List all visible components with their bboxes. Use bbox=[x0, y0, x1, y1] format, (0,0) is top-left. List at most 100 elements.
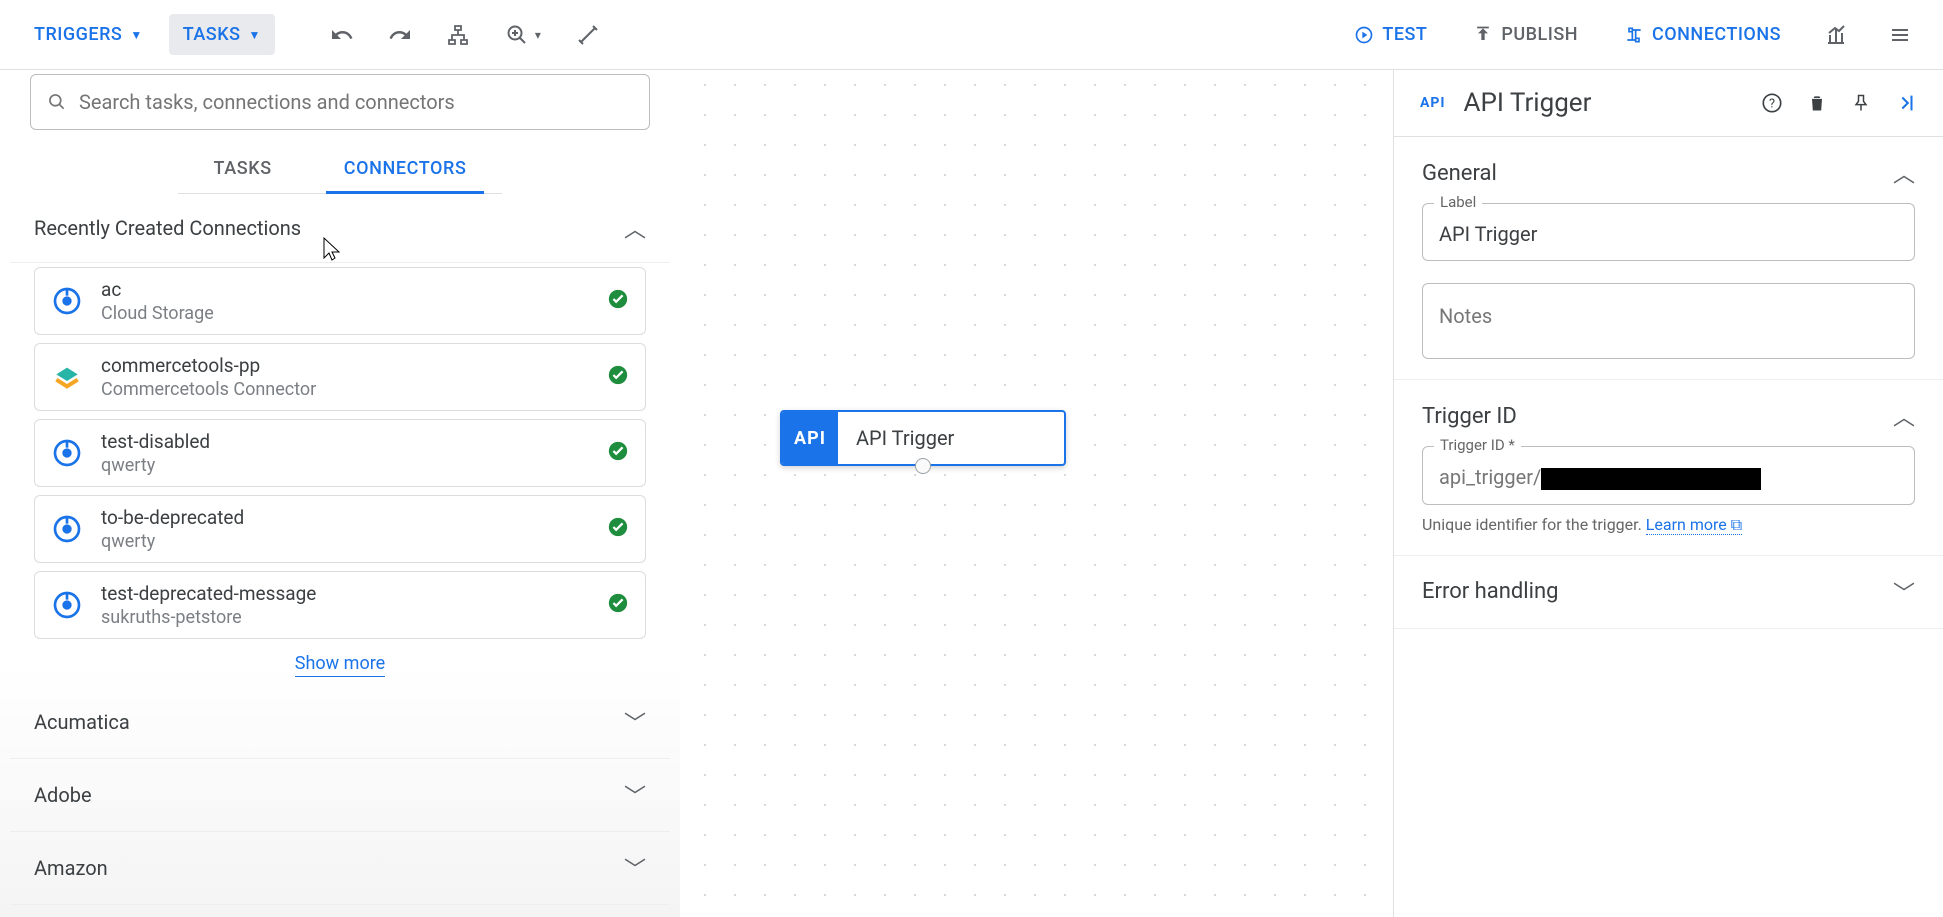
redo-icon bbox=[388, 23, 412, 47]
connection-name: to-be-deprecated bbox=[101, 506, 589, 529]
panel-tabs: TASKS CONNECTORS bbox=[178, 144, 503, 194]
tab-tasks[interactable]: TASKS bbox=[178, 144, 308, 193]
vendor-acumatica[interactable]: Acumatica ﹀ bbox=[10, 686, 670, 759]
pin-icon[interactable] bbox=[1851, 92, 1871, 114]
vendor-label: Amazon bbox=[34, 856, 108, 880]
cloud-storage-icon bbox=[51, 285, 83, 317]
main: API API Trigger TASKS CONNECTORS Recentl… bbox=[0, 70, 1943, 917]
connections-icon bbox=[1624, 25, 1644, 45]
publish-button[interactable]: PUBLISH bbox=[1459, 14, 1592, 55]
trigger-id-field[interactable]: Trigger ID * api_trigger/ bbox=[1422, 446, 1915, 505]
toolbar-right: TEST PUBLISH CONNECTIONS bbox=[1340, 12, 1923, 58]
redacted-value bbox=[1541, 468, 1761, 490]
stats-button[interactable] bbox=[1813, 12, 1859, 58]
tasks-dropdown[interactable]: TASKS ▼ bbox=[169, 14, 275, 55]
trigger-id-section: Trigger ID ︿ Trigger ID * api_trigger/ U… bbox=[1394, 380, 1943, 556]
svg-text:?: ? bbox=[1769, 97, 1775, 112]
test-label: TEST bbox=[1382, 24, 1427, 45]
magic-button[interactable] bbox=[565, 12, 611, 58]
node-output-port[interactable] bbox=[915, 458, 931, 474]
delete-icon[interactable] bbox=[1807, 92, 1827, 114]
connection-name: ac bbox=[101, 278, 589, 301]
connection-item[interactable]: ac Cloud Storage bbox=[34, 267, 646, 335]
search-input[interactable] bbox=[79, 90, 633, 114]
trigger-id-helper: Unique identifier for the trigger. Learn… bbox=[1422, 515, 1915, 535]
show-more-link[interactable]: Show more bbox=[34, 647, 646, 680]
cloud-storage-icon bbox=[51, 589, 83, 621]
trigger-id-header[interactable]: Trigger ID ︿ bbox=[1422, 400, 1915, 432]
connection-item[interactable]: commercetools-pp Commercetools Connector bbox=[34, 343, 646, 411]
commercetools-icon bbox=[51, 361, 83, 393]
chevron-down-icon: ﹀ bbox=[624, 852, 646, 884]
vendor-asana[interactable]: Asana ﹀ bbox=[10, 905, 670, 917]
redo-button[interactable] bbox=[377, 12, 423, 58]
chevron-up-icon: ︿ bbox=[1893, 157, 1915, 189]
layout-button[interactable] bbox=[435, 12, 481, 58]
connection-name: commercetools-pp bbox=[101, 354, 589, 377]
chevron-down-icon: ﹀ bbox=[624, 706, 646, 738]
connection-subtitle: qwerty bbox=[101, 455, 589, 476]
error-handling-title: Error handling bbox=[1422, 579, 1559, 604]
node-badge: API bbox=[782, 412, 838, 464]
status-ok-icon bbox=[607, 440, 629, 466]
connection-subtitle: qwerty bbox=[101, 531, 589, 552]
api-badge: API bbox=[1420, 95, 1446, 111]
vendor-adobe[interactable]: Adobe ﹀ bbox=[10, 759, 670, 832]
undo-button[interactable] bbox=[319, 12, 365, 58]
hierarchy-icon bbox=[446, 23, 470, 47]
undo-icon bbox=[330, 23, 354, 47]
api-trigger-node[interactable]: API API Trigger bbox=[780, 410, 1066, 466]
magic-wand-icon bbox=[576, 23, 600, 47]
section-title: Recently Created Connections bbox=[34, 216, 301, 240]
zoom-in-icon bbox=[505, 23, 529, 47]
caret-down-icon: ▼ bbox=[130, 28, 142, 42]
tasks-label: TASKS bbox=[183, 24, 241, 45]
field-legend: Label bbox=[1434, 193, 1482, 211]
chevron-down-icon: ﹀ bbox=[624, 779, 646, 811]
general-title: General bbox=[1422, 161, 1497, 186]
notes-placeholder: Notes bbox=[1439, 304, 1492, 328]
properties-panel: API API Trigger ? General ︿ Label bbox=[1393, 70, 1943, 917]
props-title: API Trigger bbox=[1464, 88, 1743, 118]
vendor-label: Adobe bbox=[34, 783, 92, 807]
connections-button[interactable]: CONNECTIONS bbox=[1610, 14, 1795, 55]
connection-subtitle: Commercetools Connector bbox=[101, 379, 589, 400]
connection-item[interactable]: test-disabled qwerty bbox=[34, 419, 646, 487]
chevron-down-icon: ﹀ bbox=[1893, 576, 1915, 608]
connection-item[interactable]: to-be-deprecated qwerty bbox=[34, 495, 646, 563]
test-button[interactable]: TEST bbox=[1340, 14, 1441, 55]
tab-connectors[interactable]: CONNECTORS bbox=[308, 144, 503, 193]
help-icon[interactable]: ? bbox=[1761, 92, 1783, 114]
connection-name: test-deprecated-message bbox=[101, 582, 589, 605]
vendor-label: Acumatica bbox=[34, 710, 130, 734]
cloud-storage-icon bbox=[51, 437, 83, 469]
collapse-right-icon[interactable] bbox=[1895, 92, 1917, 114]
label-field[interactable]: Label bbox=[1422, 203, 1915, 261]
connection-subtitle: Cloud Storage bbox=[101, 303, 589, 324]
general-section: General ︿ Label Notes bbox=[1394, 137, 1943, 380]
cloud-storage-icon bbox=[51, 513, 83, 545]
vendor-amazon[interactable]: Amazon ﹀ bbox=[10, 832, 670, 905]
search-icon bbox=[47, 92, 67, 112]
status-ok-icon bbox=[607, 516, 629, 542]
props-header: API API Trigger ? bbox=[1394, 70, 1943, 136]
error-handling-section: Error handling ﹀ bbox=[1394, 556, 1943, 629]
error-handling-header[interactable]: Error handling ﹀ bbox=[1422, 576, 1915, 608]
toolbar: TRIGGERS ▼ TASKS ▼ ▾ TEST bbox=[0, 0, 1943, 70]
label-input[interactable] bbox=[1439, 222, 1898, 246]
notes-field[interactable]: Notes bbox=[1422, 283, 1915, 359]
publish-label: PUBLISH bbox=[1501, 24, 1578, 45]
zoom-button[interactable]: ▾ bbox=[493, 12, 553, 58]
menu-button[interactable] bbox=[1877, 12, 1923, 58]
tasks-panel: TASKS CONNECTORS Recently Created Connec… bbox=[0, 70, 680, 917]
recent-connections-header[interactable]: Recently Created Connections ︿ bbox=[34, 212, 646, 244]
caret-down-icon: ▼ bbox=[248, 28, 260, 42]
chevron-up-icon: ︿ bbox=[624, 212, 646, 244]
triggers-dropdown[interactable]: TRIGGERS ▼ bbox=[20, 14, 157, 55]
connection-name: test-disabled bbox=[101, 430, 589, 453]
search-box[interactable] bbox=[30, 74, 650, 130]
connection-subtitle: sukruths-petstore bbox=[101, 607, 589, 628]
connection-item[interactable]: test-deprecated-message sukruths-petstor… bbox=[34, 571, 646, 639]
general-header[interactable]: General ︿ bbox=[1422, 157, 1915, 189]
learn-more-link[interactable]: Learn more ⧉ bbox=[1646, 515, 1742, 535]
